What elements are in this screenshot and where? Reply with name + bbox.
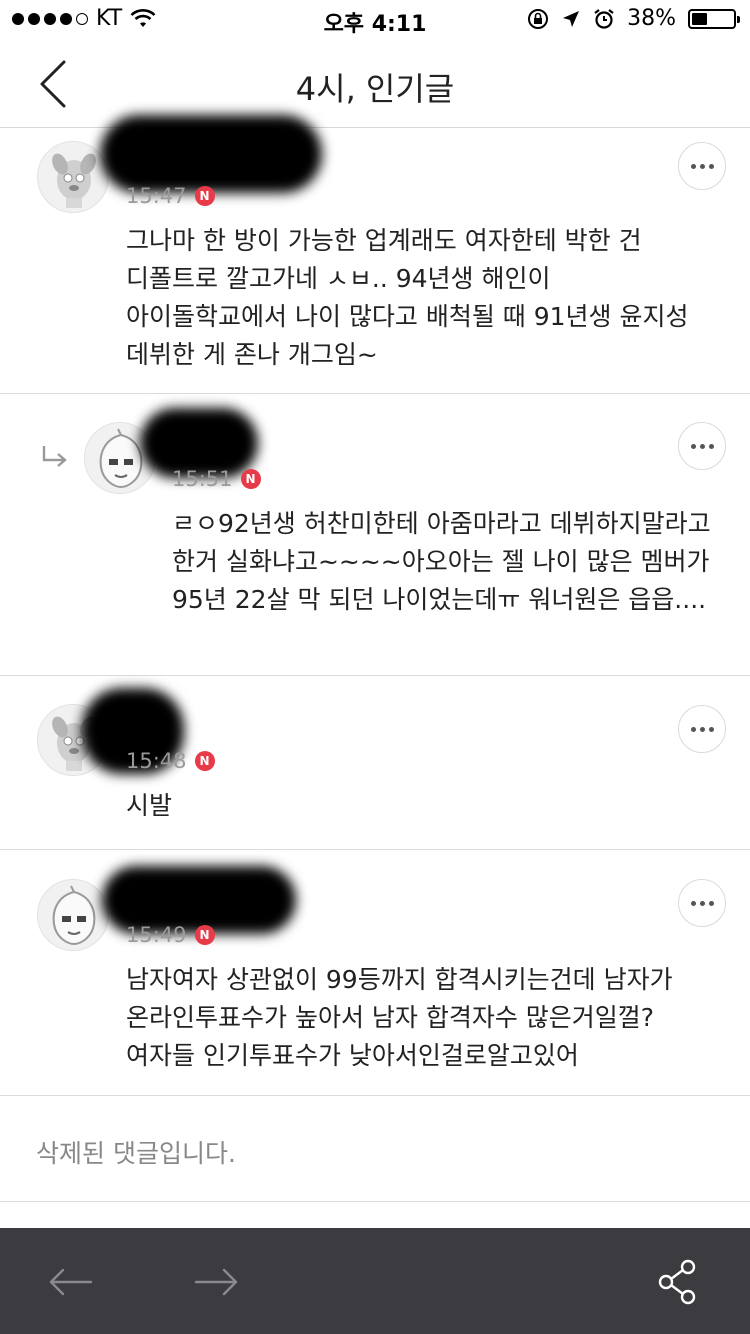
comment-text: 그나마 한 방이 가능한 업계래도 여자한테 박한 건 디폴트로 깔고가네 ㅅㅂ…	[126, 226, 689, 369]
comment-text: 시발	[126, 791, 173, 820]
new-badge: N	[240, 469, 261, 489]
comment-text: ㄹㅇ92년생 허찬미한테 아줌마라고 데뷔하지말라고 한거 실화냐고~~~~아오…	[172, 509, 711, 614]
status-bar: KT 오후 4:11 38%	[0, 0, 750, 40]
comment-time: 15:47	[126, 184, 187, 208]
battery-percent: 38%	[627, 6, 676, 31]
browser-forward-button[interactable]	[192, 1258, 240, 1306]
more-dots-icon	[690, 726, 696, 732]
comment-meta: 15:49 N	[126, 923, 215, 947]
new-badge: N	[194, 751, 215, 771]
share-icon	[658, 1259, 696, 1305]
comment-meta: 15:51 N	[172, 467, 261, 491]
new-badge: N	[194, 186, 215, 206]
rotation-lock-icon	[528, 8, 549, 29]
bottom-toolbar	[0, 1228, 750, 1334]
comment-time: 15:49	[126, 923, 187, 947]
comment-meta: 15:47 N	[126, 184, 215, 208]
comment-meta: 15:48 N	[126, 749, 215, 773]
peach-character-icon	[52, 885, 96, 946]
arrow-right-icon	[194, 1268, 238, 1296]
browser-back-button[interactable]	[47, 1258, 95, 1306]
more-options-button[interactable]	[678, 705, 726, 753]
comment-time: 15:48	[126, 749, 187, 773]
more-options-button[interactable]	[678, 142, 726, 190]
status-right: 38%	[527, 6, 740, 31]
comment-item: 15:47 N 그나마 한 방이 가능한 업계래도 여자한테 박한 건 디폴트로…	[0, 115, 750, 394]
comment-item: 15:49 N 남자여자 상관없이 99등까지 합격시키는건데 남자가 온라인투…	[0, 850, 750, 1096]
more-options-button[interactable]	[678, 422, 726, 470]
comment-item: 15:48 N 시발	[0, 676, 750, 850]
more-options-button[interactable]	[678, 879, 726, 927]
deleted-comment: 삭제된 댓글입니다.	[0, 1096, 750, 1202]
share-button[interactable]	[654, 1258, 702, 1306]
location-arrow-icon	[563, 10, 580, 27]
dog-character-icon	[52, 153, 96, 208]
battery-fill	[692, 12, 708, 25]
comment-text: 남자여자 상관없이 99등까지 합격시키는건데 남자가 온라인투표수가 높아서 …	[126, 965, 673, 1070]
more-dots-icon	[690, 900, 696, 906]
reply-arrow-icon	[42, 446, 67, 467]
avatar[interactable]	[37, 141, 109, 213]
page-title: 4시, 인기글	[295, 70, 455, 108]
nav-bar: 4시, 인기글	[0, 40, 750, 128]
comment-time: 15:51	[172, 467, 233, 491]
battery-icon	[688, 8, 740, 29]
deleted-comment-text: 삭제된 댓글입니다.	[36, 1139, 236, 1168]
avatar[interactable]	[37, 879, 109, 951]
comment-item: 15:51 N ㄹㅇ92년생 허찬미한테 아줌마라고 데뷔하지말라고 한거 실화…	[0, 394, 750, 676]
redacted-username	[100, 115, 322, 193]
arrow-left-icon	[49, 1268, 93, 1296]
more-dots-icon	[690, 163, 696, 169]
more-dots-icon	[690, 443, 696, 449]
new-badge: N	[194, 925, 215, 945]
alarm-icon	[594, 8, 614, 29]
